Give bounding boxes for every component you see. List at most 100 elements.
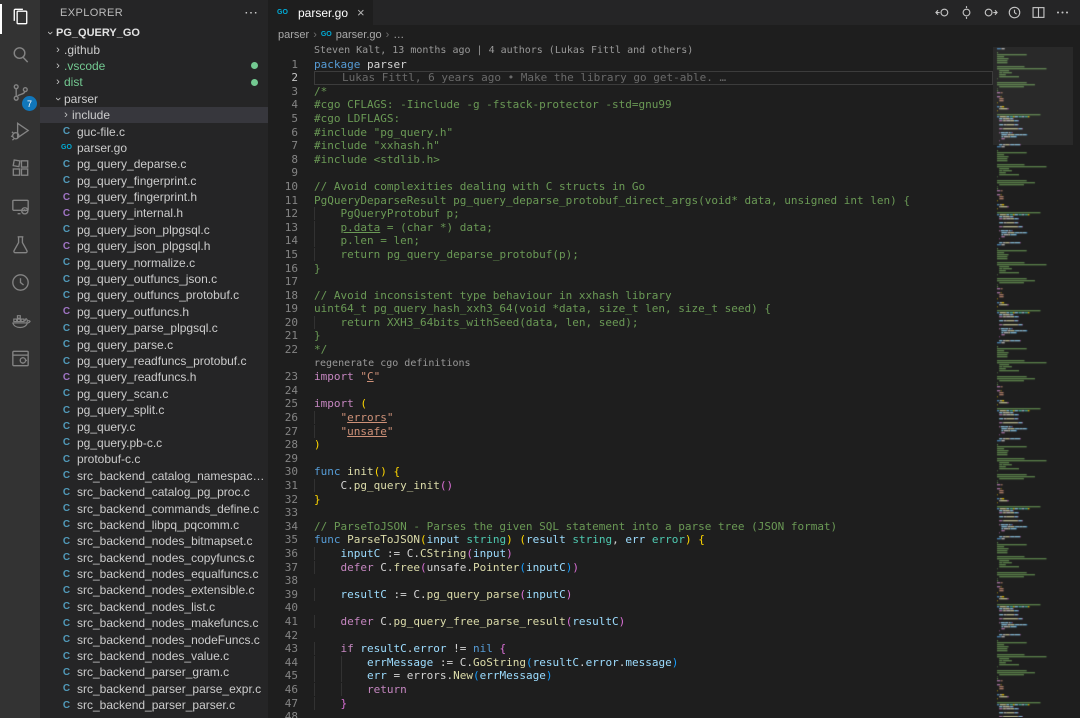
code-line[interactable]: 33 [268,506,993,520]
code-line[interactable]: 27 "unsafe" [268,425,993,439]
tree-item[interactable]: ›include [40,107,268,123]
activity-testing[interactable] [0,228,40,266]
activity-explorer[interactable] [0,0,40,38]
tree-item[interactable]: Cpg_query_json_plpgsql.h [40,238,268,254]
code-line[interactable]: 23import "C" [268,370,993,384]
code-line[interactable]: 42 [268,629,993,643]
tree-item[interactable]: Csrc_backend_nodes_copyfuncs.c [40,550,268,566]
code-line[interactable]: 34// ParseToJSON - Parses the given SQL … [268,520,993,534]
code-line[interactable]: 19uint64_t pg_query_hash_xxh3_64(void *d… [268,302,993,316]
tree-item[interactable]: Cpg_query_normalize.c [40,254,268,270]
tree-item[interactable]: Csrc_backend_commands_define.c [40,500,268,516]
activity-extensions[interactable] [0,152,40,190]
tree-item[interactable]: ›parser [40,91,268,107]
breadcrumb-file[interactable]: parser.go [336,29,382,41]
code-line[interactable]: 47 } [268,697,993,711]
tree-item[interactable]: Cpg_query_readfuncs_protobuf.c [40,353,268,369]
code-line[interactable]: 48 [268,710,993,718]
tree-item[interactable]: ›dist [40,74,268,90]
tree-item[interactable]: Csrc_backend_nodes_equalfuncs.c [40,566,268,582]
tree-item[interactable]: Cpg_query_fingerprint.c [40,173,268,189]
code-line[interactable]: 8#include <stdlib.h> [268,153,993,167]
tree-item[interactable]: Cpg_query_fingerprint.h [40,189,268,205]
tree-item[interactable]: Cpg_query_readfuncs.h [40,369,268,385]
code-line[interactable]: 4#cgo CFLAGS: -Iinclude -g -fstack-prote… [268,98,993,112]
tree-item[interactable]: Cpg_query_deparse.c [40,156,268,172]
code-line[interactable]: 24 [268,384,993,398]
code-line[interactable]: 35func ParseToJSON(input string) (result… [268,533,993,547]
code-line[interactable]: 14 p.len = len; [268,234,993,248]
close-tab-icon[interactable]: × [357,5,365,20]
tree-item[interactable]: Csrc_backend_parser_parser.c [40,697,268,713]
code-line[interactable]: 13 p.data = (char *) data; [268,221,993,235]
tree-item[interactable]: Csrc_backend_parser_gram.c [40,664,268,680]
code-line[interactable]: 21} [268,329,993,343]
open-changes-icon[interactable] [956,3,976,23]
code-line[interactable]: 20 return XXH3_64bits_withSeed(data, len… [268,316,993,330]
tree-item[interactable]: Cpg_query_parse.c [40,336,268,352]
minimap[interactable] [993,44,1080,718]
activity-source-control[interactable]: 7 [0,76,40,114]
code-line[interactable]: 30func init() { [268,465,993,479]
code-line[interactable]: 16} [268,262,993,276]
code-line[interactable]: 15 return pg_query_deparse_protobuf(p); [268,248,993,262]
code-line[interactable]: 25import ( [268,397,993,411]
more-actions-icon[interactable] [1052,3,1072,23]
code-line[interactable]: 10// Avoid complexities dealing with C s… [268,180,993,194]
tree-item[interactable]: GOparser.go [40,140,268,156]
code-line[interactable]: 36 inputC := C.CString(input) [268,547,993,561]
code-line[interactable]: 22*/ [268,343,993,357]
next-change-icon[interactable] [980,3,1000,23]
breadcrumb-symbol[interactable]: … [393,29,404,41]
code-line[interactable]: 11PgQueryDeparseResult pg_query_deparse_… [268,194,993,208]
code-line[interactable]: 46 return [268,683,993,697]
tab-parser-go[interactable]: GO parser.go × [268,0,373,25]
tree-item[interactable]: ›PG_QUERY_GO [40,25,268,41]
tree-item[interactable]: Cprotobuf-c.c [40,451,268,467]
code-line[interactable]: 9 [268,166,993,180]
activity-remote-explorer[interactable] [0,190,40,228]
code-line[interactable]: 29 [268,452,993,466]
explorer-more-actions-icon[interactable]: ⋯ [244,4,258,21]
code-line[interactable]: 37 defer C.free(unsafe.Pointer(inputC)) [268,561,993,575]
code-line[interactable]: 31 C.pg_query_init() [268,479,993,493]
code-line[interactable]: 18// Avoid inconsistent type behaviour i… [268,289,993,303]
tree-item[interactable]: Cguc-file.c [40,123,268,139]
code-line[interactable]: 17 [268,275,993,289]
code-lens[interactable]: Steven Kalt, 13 months ago | 4 authors (… [268,44,993,58]
tree-item[interactable]: Cpg_query_outfuncs.h [40,304,268,320]
previous-change-icon[interactable] [932,3,952,23]
tree-item[interactable]: Csrc_backend_parser_parse_expr.c [40,681,268,697]
activity-project-manager[interactable] [0,342,40,380]
code-line[interactable]: 41 defer C.pg_query_free_parse_result(re… [268,615,993,629]
code-line[interactable]: 44 errMessage := C.GoString(resultC.erro… [268,656,993,670]
tree-item[interactable]: Csrc_backend_nodes_makefuncs.c [40,615,268,631]
code-line[interactable]: 5#cgo LDFLAGS: [268,112,993,126]
code-editor[interactable]: Steven Kalt, 13 months ago | 4 authors (… [268,44,993,718]
code-lens[interactable]: regenerate cgo definitions [268,357,993,371]
tree-item[interactable]: Csrc_backend_libpq_pqcomm.c [40,517,268,533]
tree-item[interactable]: Csrc_backend_catalog_pg_proc.c [40,484,268,500]
tree-item[interactable]: Cpg_query_json_plpgsql.c [40,222,268,238]
split-editor-icon[interactable] [1028,3,1048,23]
code-line[interactable]: 39 resultC := C.pg_query_parse(inputC) [268,588,993,602]
tree-item[interactable]: Cpg_query.pb-c.c [40,435,268,451]
code-line[interactable]: 2Lukas Fittl, 6 years ago • Make the lib… [268,71,993,85]
tree-item[interactable]: Csrc_backend_catalog_namespace.c [40,468,268,484]
code-line[interactable]: 6#include "pg_query.h" [268,126,993,140]
activity-run-and-debug[interactable] [0,114,40,152]
tree-item[interactable]: Csrc_backend_nodes_value.c [40,648,268,664]
tree-item[interactable]: Cpg_query_split.c [40,402,268,418]
code-line[interactable]: 38 [268,574,993,588]
file-history-icon[interactable] [1004,3,1024,23]
code-line[interactable]: 28) [268,438,993,452]
activity-search[interactable] [0,38,40,76]
code-line[interactable]: 43 if resultC.error != nil { [268,642,993,656]
tree-item[interactable]: Csrc_backend_nodes_nodeFuncs.c [40,631,268,647]
tree-item[interactable]: ›.vscode [40,58,268,74]
tree-item[interactable]: Csrc_backend_nodes_bitmapset.c [40,533,268,549]
code-line[interactable]: 1package parser [268,58,993,72]
code-line[interactable]: 7#include "xxhash.h" [268,139,993,153]
tree-item[interactable]: Csrc_backend_nodes_extensible.c [40,582,268,598]
code-line[interactable]: 32} [268,493,993,507]
